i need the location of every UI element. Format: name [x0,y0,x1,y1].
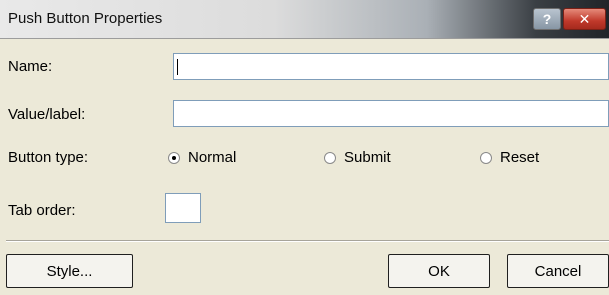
help-icon: ? [542,11,552,27]
cancel-button-label: Cancel [534,262,582,280]
button-type-label: Button type: [8,149,89,166]
cancel-button[interactable]: Cancel [507,254,609,288]
radio-submit-label: Submit [344,149,391,166]
style-button[interactable]: Style... [6,254,133,288]
footer-separator [6,240,609,242]
close-icon: ✕ [578,10,591,27]
ok-button[interactable]: OK [388,254,490,288]
value-label: Value/label: [8,106,86,123]
style-button-label: Style... [46,262,93,280]
title-bar[interactable]: Push Button Properties ? ✕ [0,0,609,39]
radio-submit-indicator[interactable] [324,151,336,164]
value-input[interactable] [173,100,609,127]
radio-normal-indicator[interactable] [168,151,180,164]
radio-reset-label: Reset [500,149,540,166]
window-title: Push Button Properties [8,10,163,27]
radio-submit[interactable]: Submit [324,149,391,166]
text-caret [177,59,178,75]
tab-order-label: Tab order: [8,202,76,219]
tab-order-input[interactable] [165,193,201,223]
name-input[interactable] [173,53,609,80]
name-label: Name: [8,58,53,75]
push-button-properties-dialog: Push Button Properties ? ✕ Name: Value/l… [0,0,609,295]
ok-button-label: OK [428,262,450,280]
help-button[interactable]: ? [533,8,561,30]
radio-reset[interactable]: Reset [480,149,539,166]
radio-normal-label: Normal [188,149,237,166]
radio-reset-indicator[interactable] [480,151,492,164]
radio-normal[interactable]: Normal [168,149,236,166]
close-button[interactable]: ✕ [563,8,606,30]
